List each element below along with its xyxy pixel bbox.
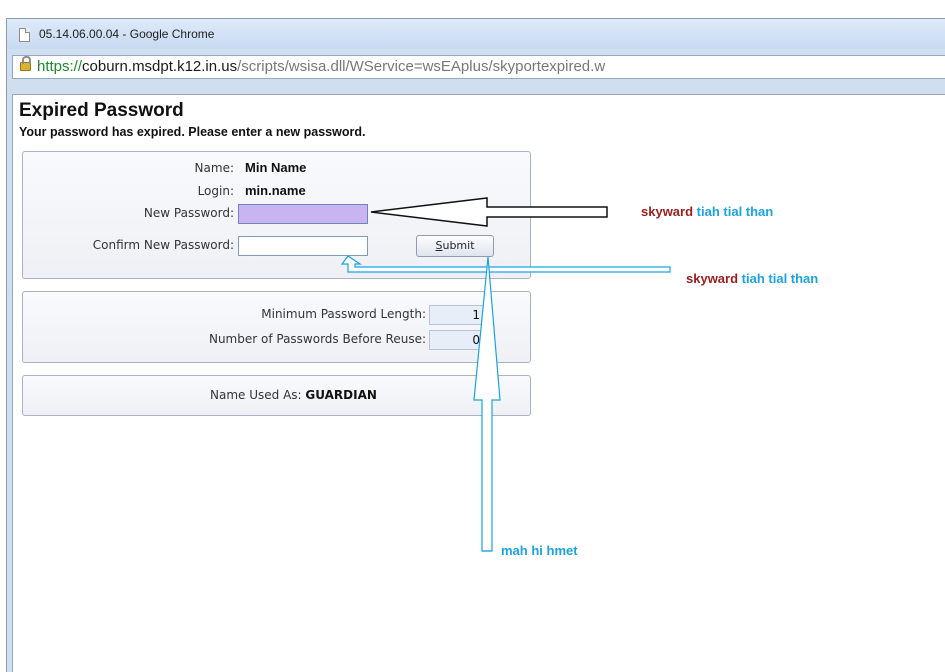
annotation-1-red: skyward	[641, 204, 694, 219]
annotation-3-blue: mah hi hmet	[501, 543, 578, 558]
annotation-new-password: skyward tiah tial than	[641, 204, 773, 219]
annotation-arrow-submit	[473, 256, 501, 552]
annotation-confirm-password: skyward tiah tial than	[686, 271, 818, 286]
annotation-1-blue: tiah tial than	[696, 204, 774, 219]
annotation-2-red: skyward	[686, 271, 739, 286]
annotation-arrow-confirm-password	[340, 255, 671, 273]
annotation-2-blue: tiah tial than	[741, 271, 819, 286]
annotation-arrow-new-password	[370, 197, 608, 227]
annotation-arrows	[340, 197, 671, 552]
annotation-submit: mah hi hmet	[501, 543, 578, 558]
